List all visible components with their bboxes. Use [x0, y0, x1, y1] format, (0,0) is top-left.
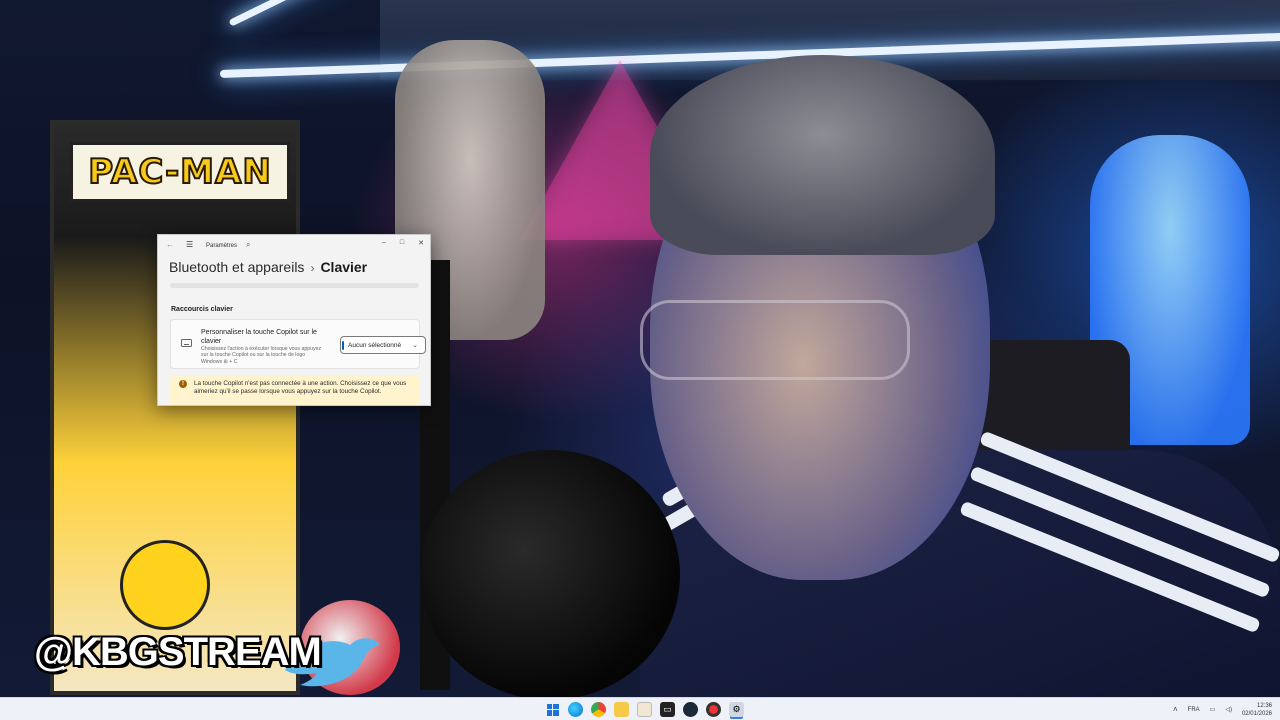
setting-description: Choisissez l'action à exécuter lorsque v… — [201, 346, 322, 365]
terminal-icon[interactable]: ▭ — [660, 702, 675, 717]
network-icon[interactable]: ▭ — [1210, 706, 1216, 713]
steam-icon[interactable] — [683, 702, 698, 717]
clock[interactable]: 12:36 02/01/2026 — [1242, 702, 1272, 718]
language-indicator[interactable]: FRA — [1188, 707, 1200, 713]
maximize-button[interactable]: □ — [400, 239, 404, 247]
settings-gear-icon[interactable]: ⚙ — [729, 702, 744, 717]
edge-icon[interactable] — [568, 702, 583, 717]
settings-window: ← ☰ Paramètres ⌕ – □ ✕ Bluetooth et appa… — [157, 234, 431, 406]
streamer-hair — [650, 55, 995, 255]
copilot-key-setting-card: Personnaliser la touche Copilot sur le c… — [170, 319, 426, 369]
file-explorer-icon[interactable] — [614, 702, 629, 717]
chevron-up-icon[interactable]: ˄ — [1173, 705, 1178, 714]
stream-handle: @KBGSTREAM — [34, 630, 322, 674]
back-arrow-icon[interactable]: ← — [166, 240, 174, 249]
search-icon[interactable]: ⌕ — [246, 240, 250, 250]
microphone — [420, 450, 680, 697]
window-title: Paramètres — [206, 243, 238, 249]
chrome-icon[interactable] — [591, 702, 606, 717]
section-heading: Raccourcis clavier — [171, 306, 233, 313]
setting-title: Personnaliser la touche Copilot sur le c… — [201, 329, 317, 345]
title-bar: ← ☰ Paramètres ⌕ – □ ✕ — [158, 235, 430, 257]
warning-icon: ! — [179, 380, 187, 388]
previous-card-edge — [170, 283, 419, 288]
pacman-figure — [120, 540, 210, 630]
clock-time: 12:36 — [1256, 702, 1272, 709]
taskbar: ▭ ⚙ ˄ FRA ▭ ◁) 12:36 02/01/2026 — [0, 697, 1280, 720]
breadcrumb-parent[interactable]: Bluetooth et appareils — [169, 259, 304, 275]
warning-text: La touche Copilot n'est pas connectée à … — [194, 380, 407, 395]
glasses — [640, 300, 910, 380]
start-button[interactable] — [545, 702, 560, 717]
system-tray: ˄ FRA ▭ ◁) 12:36 02/01/2026 — [1173, 700, 1272, 719]
chevron-right-icon: › — [310, 261, 315, 275]
dropdown-value: Aucun sélectionné — [348, 342, 402, 349]
minimize-button[interactable]: – — [382, 239, 386, 247]
volume-icon[interactable]: ◁) — [1225, 706, 1232, 713]
warning-infobar: ! La touche Copilot n'est pas connectée … — [170, 375, 420, 405]
breadcrumb: Bluetooth et appareils › Clavier — [169, 259, 367, 275]
windows-logo-icon — [546, 703, 559, 716]
keyboard-icon — [181, 339, 192, 347]
clock-date: 02/01/2026 — [1241, 710, 1272, 717]
arcade-marquee: PAC-MAN — [70, 142, 290, 202]
media-player-icon[interactable] — [637, 702, 652, 717]
hamburger-menu-icon[interactable]: ☰ — [186, 240, 193, 249]
page-title: Clavier — [320, 259, 368, 275]
taskbar-apps: ▭ ⚙ — [545, 702, 744, 717]
obs-icon[interactable] — [706, 702, 721, 717]
chevron-down-icon: ⌄ — [412, 342, 418, 349]
close-button[interactable]: ✕ — [418, 239, 424, 247]
copilot-action-dropdown[interactable]: Aucun sélectionné ⌄ — [340, 336, 426, 354]
